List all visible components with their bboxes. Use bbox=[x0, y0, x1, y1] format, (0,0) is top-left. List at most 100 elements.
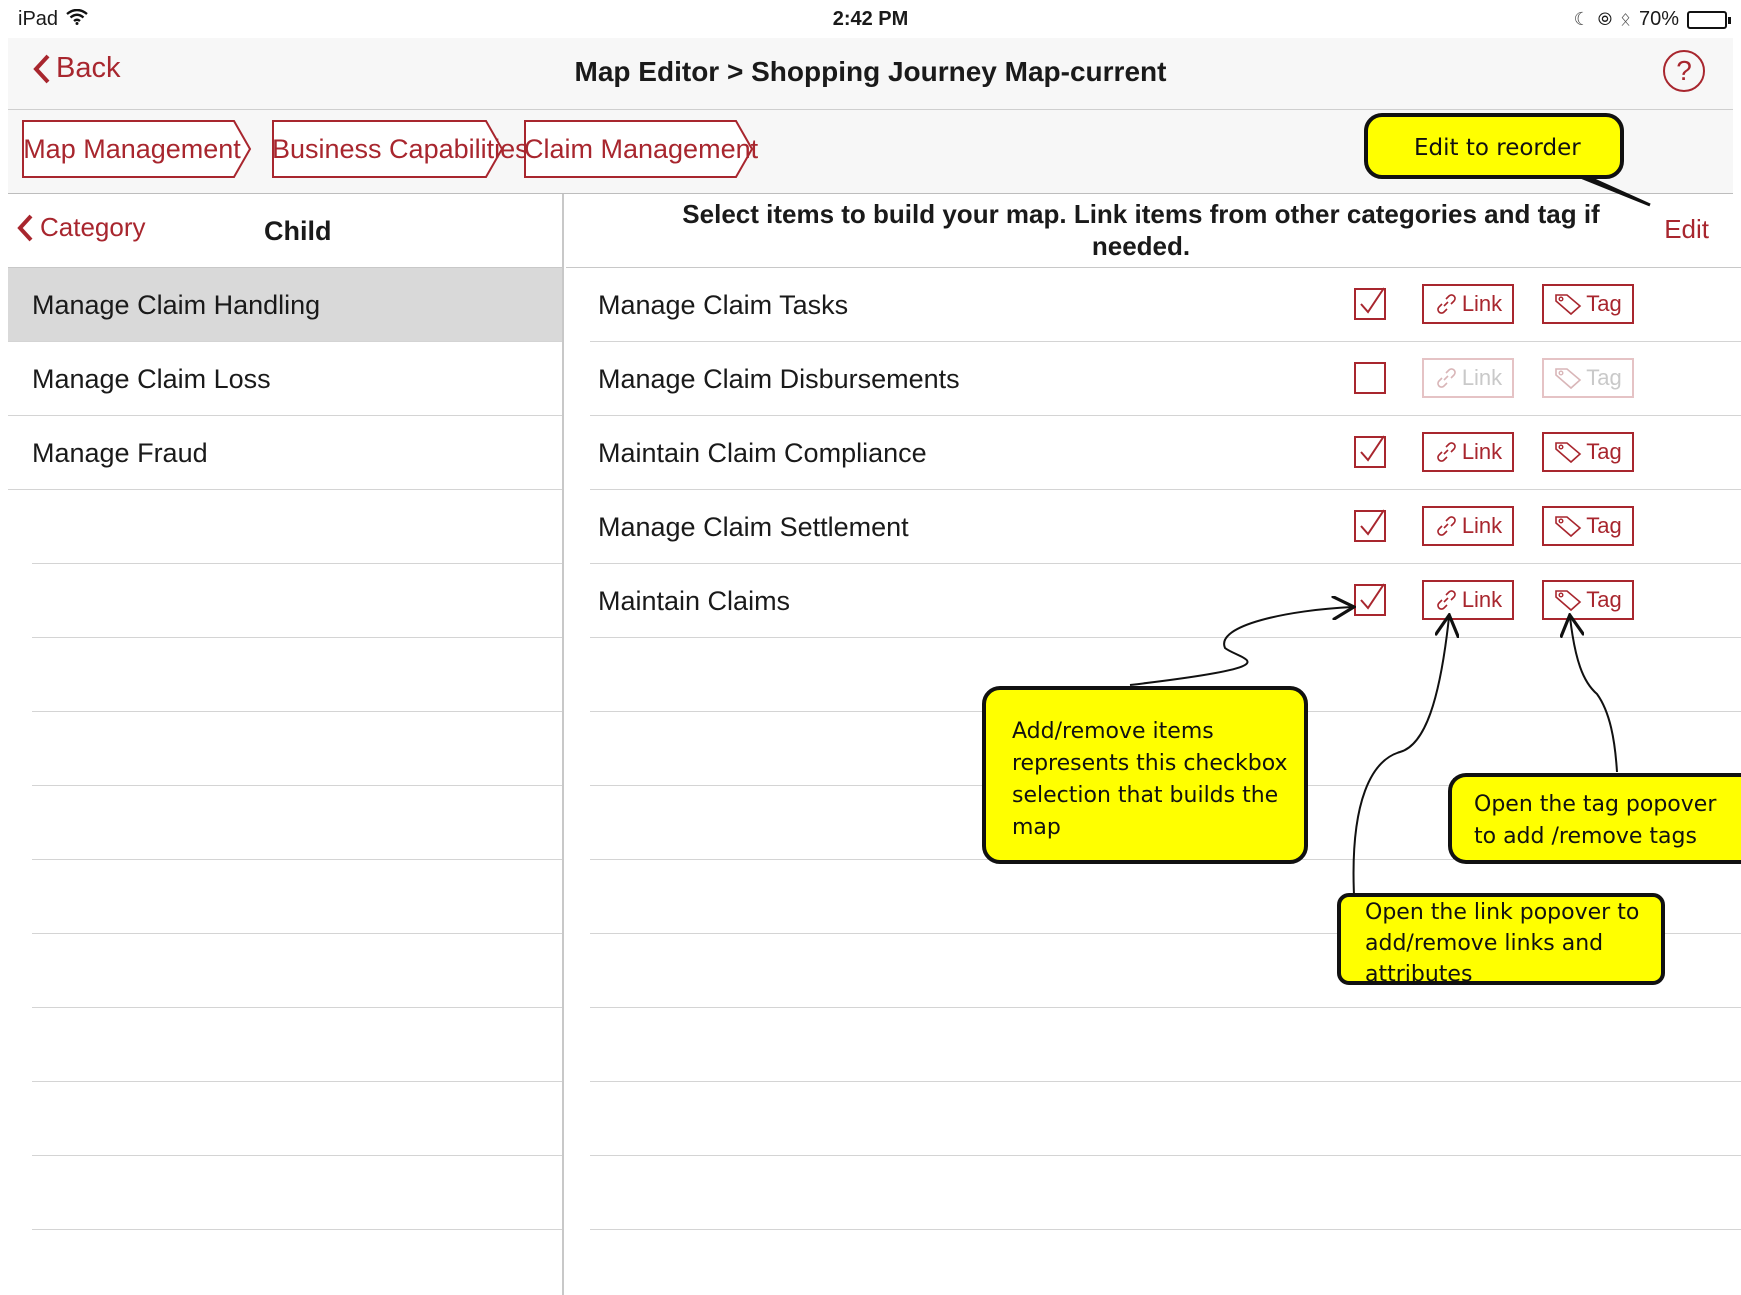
table-row: Maintain Claims Link Tag bbox=[590, 564, 1741, 638]
tag-label: Tag bbox=[1586, 587, 1622, 612]
empty-row bbox=[590, 1082, 1741, 1156]
instructions-text: Select items to build your map. Link ite… bbox=[682, 199, 1600, 261]
callout-text: Open the link popover to add/remove link… bbox=[1365, 900, 1640, 985]
checkmark-icon bbox=[1360, 509, 1385, 536]
page-title: Map Editor > Shopping Journey Map-curren… bbox=[574, 56, 1167, 87]
tag-button[interactable]: Tag bbox=[1542, 358, 1634, 398]
table-row: Manage Claim Disbursements Link Tag bbox=[590, 342, 1741, 416]
battery-percent: 70% bbox=[1638, 8, 1679, 30]
item-checkbox[interactable] bbox=[1354, 362, 1386, 394]
status-right: ☾ ⦾ ᛟ 70% bbox=[1573, 8, 1731, 31]
empty-row bbox=[590, 1008, 1741, 1082]
tag-label: Tag bbox=[1586, 365, 1622, 390]
breadcrumb-label: Business Capabilities bbox=[272, 134, 529, 164]
link-icon bbox=[1436, 516, 1456, 536]
link-icon bbox=[1436, 294, 1456, 314]
category-back-button[interactable]: Category bbox=[16, 212, 146, 243]
callout-checkbox: Add/remove items represents this checkbo… bbox=[982, 686, 1308, 864]
empty-row bbox=[590, 1156, 1741, 1230]
list-item[interactable]: Manage Claim Handling bbox=[8, 268, 562, 342]
empty-row bbox=[32, 1008, 562, 1082]
item-name: Manage Claim Settlement bbox=[598, 512, 909, 542]
tag-button[interactable]: Tag bbox=[1542, 284, 1634, 324]
items-list: Manage Claim Tasks Link Tag Manage Claim Di… bbox=[566, 268, 1741, 638]
category-header: Category Child bbox=[8, 194, 562, 268]
callout-link: Open the link popover to add/remove link… bbox=[1337, 893, 1665, 985]
breadcrumb-label: Map Management bbox=[23, 134, 241, 164]
empty-row bbox=[32, 1156, 562, 1230]
callout-edit-reorder: Edit to reorder bbox=[1364, 113, 1624, 179]
link-button[interactable]: Link bbox=[1422, 506, 1514, 546]
checkmark-icon bbox=[1360, 287, 1385, 314]
link-button[interactable]: Link bbox=[1422, 358, 1514, 398]
item-checkbox[interactable] bbox=[1354, 435, 1386, 468]
tag-icon bbox=[1555, 516, 1582, 538]
battery-icon bbox=[1687, 10, 1731, 29]
checkmark-icon bbox=[1360, 583, 1385, 610]
items-header: Select items to build your map. Link ite… bbox=[566, 194, 1741, 268]
empty-row bbox=[32, 786, 562, 860]
breadcrumb-map-management[interactable]: Map Management bbox=[22, 120, 252, 178]
table-row: Manage Claim Settlement Link Tag bbox=[590, 490, 1741, 564]
help-icon[interactable]: ? bbox=[1663, 50, 1705, 92]
table-row: Maintain Claim Compliance Link Tag bbox=[590, 416, 1741, 490]
breadcrumb-business-capabilities[interactable]: Business Capabilities bbox=[272, 120, 529, 178]
link-button[interactable]: Link bbox=[1422, 432, 1514, 472]
link-label: Link bbox=[1461, 291, 1503, 316]
link-label: Link bbox=[1461, 587, 1503, 612]
link-icon bbox=[1436, 368, 1456, 388]
checkmark-icon bbox=[1360, 435, 1385, 462]
callout-text: Edit to reorder bbox=[1414, 135, 1581, 161]
chevron-left-icon bbox=[17, 214, 33, 241]
status-bar: iPad 2:42 PM ☾ ⦾ ᛟ 70% bbox=[0, 0, 1741, 38]
empty-row bbox=[32, 860, 562, 934]
item-checkbox[interactable] bbox=[1354, 509, 1386, 542]
item-checkbox[interactable] bbox=[1354, 583, 1386, 616]
tag-icon bbox=[1555, 294, 1582, 316]
tag-button[interactable]: Tag bbox=[1542, 506, 1634, 546]
link-label: Link bbox=[1461, 439, 1503, 464]
tag-label: Tag bbox=[1586, 513, 1622, 538]
list-item[interactable]: Manage Fraud bbox=[8, 416, 562, 490]
link-label: Link bbox=[1461, 365, 1503, 390]
item-name: Manage Claim Tasks bbox=[598, 290, 849, 320]
empty-row bbox=[32, 564, 562, 638]
item-name: Manage Claim Disbursements bbox=[598, 364, 960, 394]
moon-icon: ☾ bbox=[1573, 9, 1590, 29]
callout-tag: Open the tag popover to add /remove tags bbox=[1448, 773, 1741, 864]
breadcrumb-claim-management[interactable]: Claim Management bbox=[524, 120, 759, 178]
tag-icon bbox=[1555, 590, 1582, 612]
status-time: 2:42 PM bbox=[832, 8, 909, 30]
empty-row bbox=[32, 638, 562, 712]
category-panel: Category Child Manage Claim Handling Man… bbox=[8, 194, 564, 1295]
navigation-bar: Back Map Editor > Shopping Journey Map-c… bbox=[8, 38, 1733, 110]
tag-button[interactable]: Tag bbox=[1542, 580, 1634, 620]
tag-icon bbox=[1555, 368, 1582, 390]
panel-title: Child bbox=[264, 216, 332, 246]
breadcrumb-label: Claim Management bbox=[524, 134, 759, 164]
link-icon bbox=[1436, 590, 1456, 610]
link-button[interactable]: Link bbox=[1422, 284, 1514, 324]
bluetooth-icon: ᛟ bbox=[1620, 9, 1631, 29]
callout-text: Add/remove items represents this checkbo… bbox=[1012, 719, 1288, 840]
tag-label: Tag bbox=[1586, 291, 1622, 316]
item-name: Maintain Claim Compliance bbox=[598, 438, 927, 468]
tag-icon bbox=[1555, 442, 1582, 464]
rotation-lock-icon: ⦾ bbox=[1597, 9, 1613, 29]
link-button[interactable]: Link bbox=[1422, 580, 1514, 620]
link-icon bbox=[1436, 442, 1456, 462]
edit-button[interactable]: Edit bbox=[1664, 214, 1709, 245]
tag-label: Tag bbox=[1586, 439, 1622, 464]
list-item[interactable]: Manage Claim Loss bbox=[8, 342, 562, 416]
tag-button[interactable]: Tag bbox=[1542, 432, 1634, 472]
table-row: Manage Claim Tasks Link Tag bbox=[590, 268, 1741, 342]
item-name: Maintain Claims bbox=[598, 586, 791, 616]
empty-row bbox=[32, 712, 562, 786]
empty-row bbox=[32, 934, 562, 1008]
empty-row bbox=[32, 490, 562, 564]
link-label: Link bbox=[1461, 513, 1503, 538]
item-checkbox[interactable] bbox=[1354, 287, 1386, 320]
category-back-label: Category bbox=[40, 212, 146, 242]
empty-row bbox=[32, 1082, 562, 1156]
callout-text: Open the tag popover to add /remove tags bbox=[1474, 792, 1717, 849]
